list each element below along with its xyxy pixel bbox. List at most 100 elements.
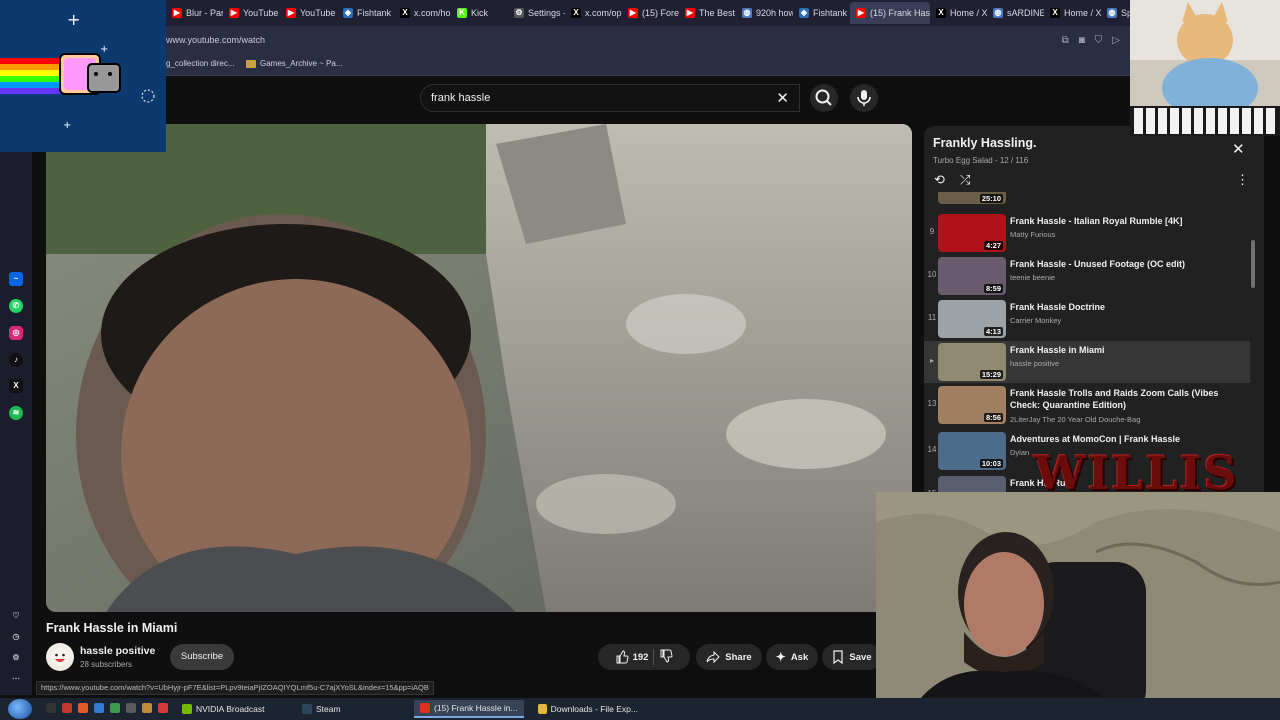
subscribe-button[interactable]: Subscribe: [170, 644, 234, 670]
quicklaunch-icon[interactable]: [62, 703, 72, 713]
globe-icon: ◍: [742, 8, 752, 18]
instagram-icon[interactable]: ◎: [9, 326, 23, 340]
channel-avatar[interactable]: [46, 643, 74, 671]
ask-button[interactable]: ✦ Ask: [766, 644, 818, 670]
video-thumbnail[interactable]: 4:27: [938, 214, 1006, 252]
browser-tab[interactable]: ▶ YouTube: [223, 2, 280, 24]
bookmark-folder[interactable]: Games_Archive ~ Pa...: [246, 59, 342, 68]
quicklaunch-icon[interactable]: [142, 703, 152, 713]
clear-search-icon[interactable]: ✕: [776, 89, 789, 107]
x-icon[interactable]: X: [9, 379, 23, 393]
browser-tab[interactable]: K Kick: [451, 2, 508, 24]
playlist-index: 14: [927, 445, 937, 454]
taskbar-item[interactable]: Steam: [296, 700, 406, 718]
quicklaunch-icon[interactable]: [126, 703, 136, 713]
channel-name[interactable]: hassle positive: [80, 645, 155, 657]
playlist-index: 11: [927, 313, 937, 322]
spotify-icon[interactable]: ≋: [9, 406, 23, 420]
dislike-button[interactable]: [659, 649, 673, 666]
playlist-item[interactable]: 11 4:13 Frank Hassle Doctrine Carrier Monke…: [924, 298, 1250, 340]
browser-tab[interactable]: ◍ 920h how: [736, 2, 793, 24]
taskbar-item[interactable]: Downloads - File Exp...: [532, 700, 644, 718]
browser-tab[interactable]: ▶ The Best c: [679, 2, 736, 24]
forward-icon[interactable]: ▷: [1112, 35, 1120, 46]
tab-label: Fishtank Li: [813, 8, 850, 18]
tab-label: 920h how: [756, 8, 793, 18]
browser-tab[interactable]: X Home / X: [1044, 2, 1101, 24]
quicklaunch-icon[interactable]: [94, 703, 104, 713]
fishtank-icon: ◈: [799, 8, 809, 18]
browser-tab[interactable]: ◈ Fishtank Li: [337, 2, 394, 24]
browser-tab[interactable]: X Home / X: [930, 2, 987, 24]
globe-icon: ◍: [1107, 8, 1117, 18]
playlist-index: 9: [929, 227, 935, 236]
browser-tab[interactable]: Xx.com/hor: [394, 2, 451, 24]
search-button[interactable]: [810, 84, 838, 112]
whatsapp-icon[interactable]: ✆: [9, 299, 23, 313]
camera-icon[interactable]: ◙: [1079, 35, 1085, 46]
settings-icon[interactable]: ⚙: [9, 651, 23, 665]
x-icon: X: [571, 8, 581, 18]
tiktok-icon[interactable]: ♪: [9, 353, 23, 367]
browser-tab[interactable]: ▶ (15) Frank Has: [850, 2, 930, 24]
video-thumbnail[interactable]: 15:29: [938, 343, 1006, 381]
quicklaunch-icon[interactable]: [46, 703, 56, 713]
browser-tab[interactable]: Xx.com/ope: [565, 2, 622, 24]
tab-label: sARDINE: [1007, 8, 1044, 18]
tab-label: Kick: [471, 8, 489, 18]
shuffle-icon[interactable]: ⤮: [960, 172, 970, 188]
playlist-item[interactable]: 10 8:59 Frank Hassle - Unused Footage (OC …: [924, 255, 1250, 297]
playlist-title[interactable]: Frankly Hassling.: [933, 136, 1037, 150]
app-icon: [420, 703, 430, 713]
voice-search-button[interactable]: [850, 84, 878, 112]
loop-icon[interactable]: ⟲: [934, 172, 945, 188]
save-button[interactable]: Save: [822, 644, 882, 670]
url-field[interactable]: www.youtube.com/watch: [166, 35, 265, 45]
browser-tab[interactable]: ▶ YouTube: [280, 2, 337, 24]
quicklaunch-icon[interactable]: [78, 703, 88, 713]
youtube-icon: ▶: [286, 8, 296, 18]
more-icon[interactable]: ⋯: [9, 672, 23, 686]
share-label: Share: [725, 651, 752, 663]
share-button[interactable]: Share: [696, 644, 762, 670]
quicklaunch-icon[interactable]: [110, 703, 120, 713]
x-icon: X: [400, 8, 410, 18]
browser-tab[interactable]: ◍ sARDINE: [987, 2, 1044, 24]
playlist-item-title: Frank Hassle Trolls and Raids Zoom Calls…: [1010, 388, 1219, 410]
browser-tab[interactable]: ⚙ Settings -: [508, 2, 565, 24]
video-player[interactable]: [46, 124, 912, 612]
external-link-icon[interactable]: ⧉: [1062, 35, 1069, 46]
tab-label: Home / X: [1064, 8, 1101, 18]
like-count: 192: [632, 651, 649, 663]
taskbar-label: NVIDIA Broadcast: [196, 704, 265, 714]
playlist-item[interactable]: 9 4:27 Frank Hassle - Italian Royal Rumble…: [924, 212, 1250, 254]
clock-icon[interactable]: ◷: [9, 630, 23, 644]
taskbar-item[interactable]: (15) Frank Hassle in...: [414, 700, 524, 718]
app-icon: [302, 704, 312, 714]
browser-tab[interactable]: ▶ (15) Fores: [622, 2, 679, 24]
bookmark-label: g_collection direc...: [166, 59, 235, 68]
browser-tab[interactable]: ◈ Fishtank Li: [793, 2, 850, 24]
video-thumbnail[interactable]: 4:13: [938, 300, 1006, 338]
start-button[interactable]: [8, 699, 32, 719]
video-thumbnail[interactable]: 8:59: [938, 257, 1006, 295]
search-input[interactable]: frank hassle ✕: [420, 84, 800, 112]
bookmark-item[interactable]: g_collection direc...: [166, 59, 234, 68]
keyboard-cat-image: [1130, 0, 1280, 136]
video-thumbnail[interactable]: 8:56: [938, 386, 1006, 424]
shield-icon[interactable]: ⛉: [1095, 35, 1103, 46]
more-options-icon[interactable]: ⋮: [1236, 172, 1249, 188]
video-thumbnail[interactable]: 10:03: [938, 432, 1006, 470]
like-button[interactable]: 192: [615, 650, 649, 664]
quicklaunch-icon[interactable]: [158, 703, 168, 713]
heart-icon[interactable]: ♡: [9, 609, 23, 623]
playlist-item[interactable]: 13 8:56 Frank Hassle Trolls and Raids Zoom…: [924, 384, 1250, 426]
playlist-item-channel: teenie beenie: [1010, 273, 1056, 282]
messenger-icon[interactable]: ~: [9, 272, 23, 286]
playlist-partial-thumbnail[interactable]: 25:10: [938, 192, 1006, 204]
close-icon[interactable]: ✕: [1232, 140, 1245, 158]
playlist-item[interactable]: ▸ 15:29 Frank Hassle in Miami hassle positi…: [924, 341, 1250, 383]
taskbar-item[interactable]: NVIDIA Broadcast: [176, 700, 288, 718]
browser-tab[interactable]: ▶ Blur - Park: [166, 2, 223, 24]
playlist-scrollbar[interactable]: [1251, 240, 1255, 288]
